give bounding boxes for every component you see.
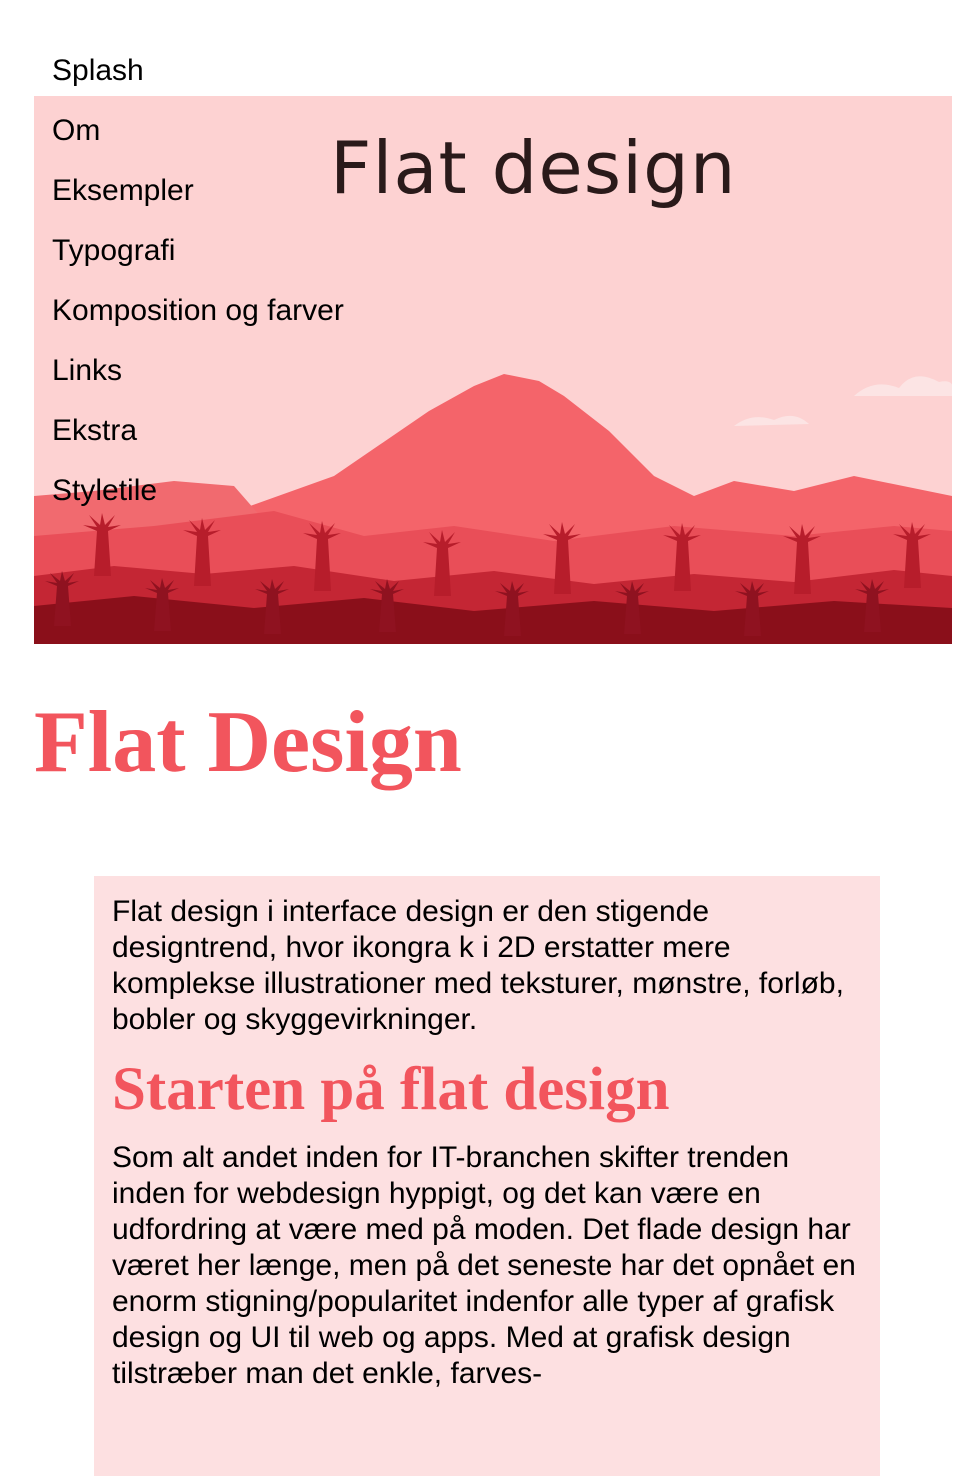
nav-item-om[interactable]: Om xyxy=(52,112,344,172)
nav-item-ekstra[interactable]: Ekstra xyxy=(52,412,344,472)
page-title: Flat Design xyxy=(34,694,462,791)
nav-item-styletile[interactable]: Styletile xyxy=(52,472,344,532)
nav-link-typografi[interactable]: Typografi xyxy=(52,234,175,267)
main-navigation: Splash Om Eksempler Typografi Kompositio… xyxy=(52,52,344,532)
nav-link-ekstra[interactable]: Ekstra xyxy=(52,414,137,447)
nav-link-styletile[interactable]: Styletile xyxy=(52,474,157,507)
nav-link-komposition[interactable]: Komposition og farver xyxy=(52,294,344,327)
intro-paragraph: Flat design i interface design er den st… xyxy=(112,895,844,1036)
nav-item-eksempler[interactable]: Eksempler xyxy=(52,172,344,232)
nav-link-eksempler[interactable]: Eksempler xyxy=(52,174,194,207)
nav-item-splash[interactable]: Splash xyxy=(52,52,344,112)
content-box: Flat design i interface design er den st… xyxy=(94,876,880,1476)
cloud xyxy=(854,376,952,396)
nav-link-om[interactable]: Om xyxy=(52,114,100,147)
nav-item-links[interactable]: Links xyxy=(52,352,344,412)
cloud xyxy=(734,415,809,426)
nav-item-komposition[interactable]: Komposition og farver xyxy=(52,292,344,352)
nav-item-typografi[interactable]: Typografi xyxy=(52,232,344,292)
nav-link-splash[interactable]: Splash xyxy=(52,54,144,87)
hero-title: Flat design xyxy=(330,126,737,210)
nav-link-links[interactable]: Links xyxy=(52,354,122,387)
section-heading: Starten på flat design xyxy=(112,1056,670,1123)
section-paragraph: Som alt andet inden for IT-branchen skif… xyxy=(112,1141,856,1390)
